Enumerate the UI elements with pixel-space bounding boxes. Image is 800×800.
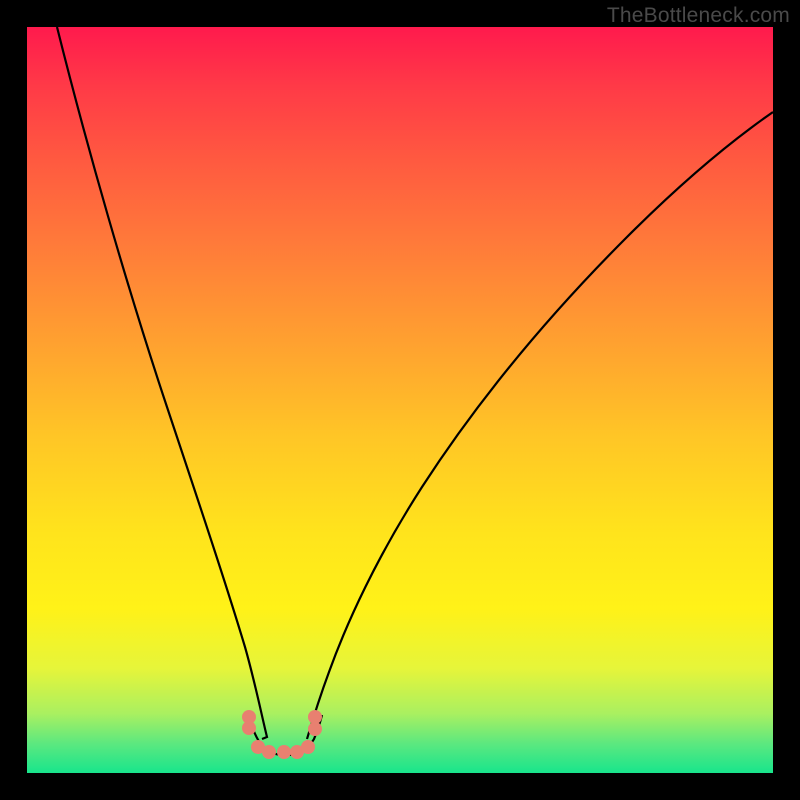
right-curve-path bbox=[307, 112, 773, 739]
curve-overlay bbox=[27, 27, 773, 773]
valley-marker-group bbox=[242, 710, 322, 759]
watermark-text: TheBottleneck.com bbox=[607, 4, 790, 28]
left-curve-path bbox=[57, 27, 267, 739]
chart-frame: TheBottleneck.com bbox=[0, 0, 800, 800]
